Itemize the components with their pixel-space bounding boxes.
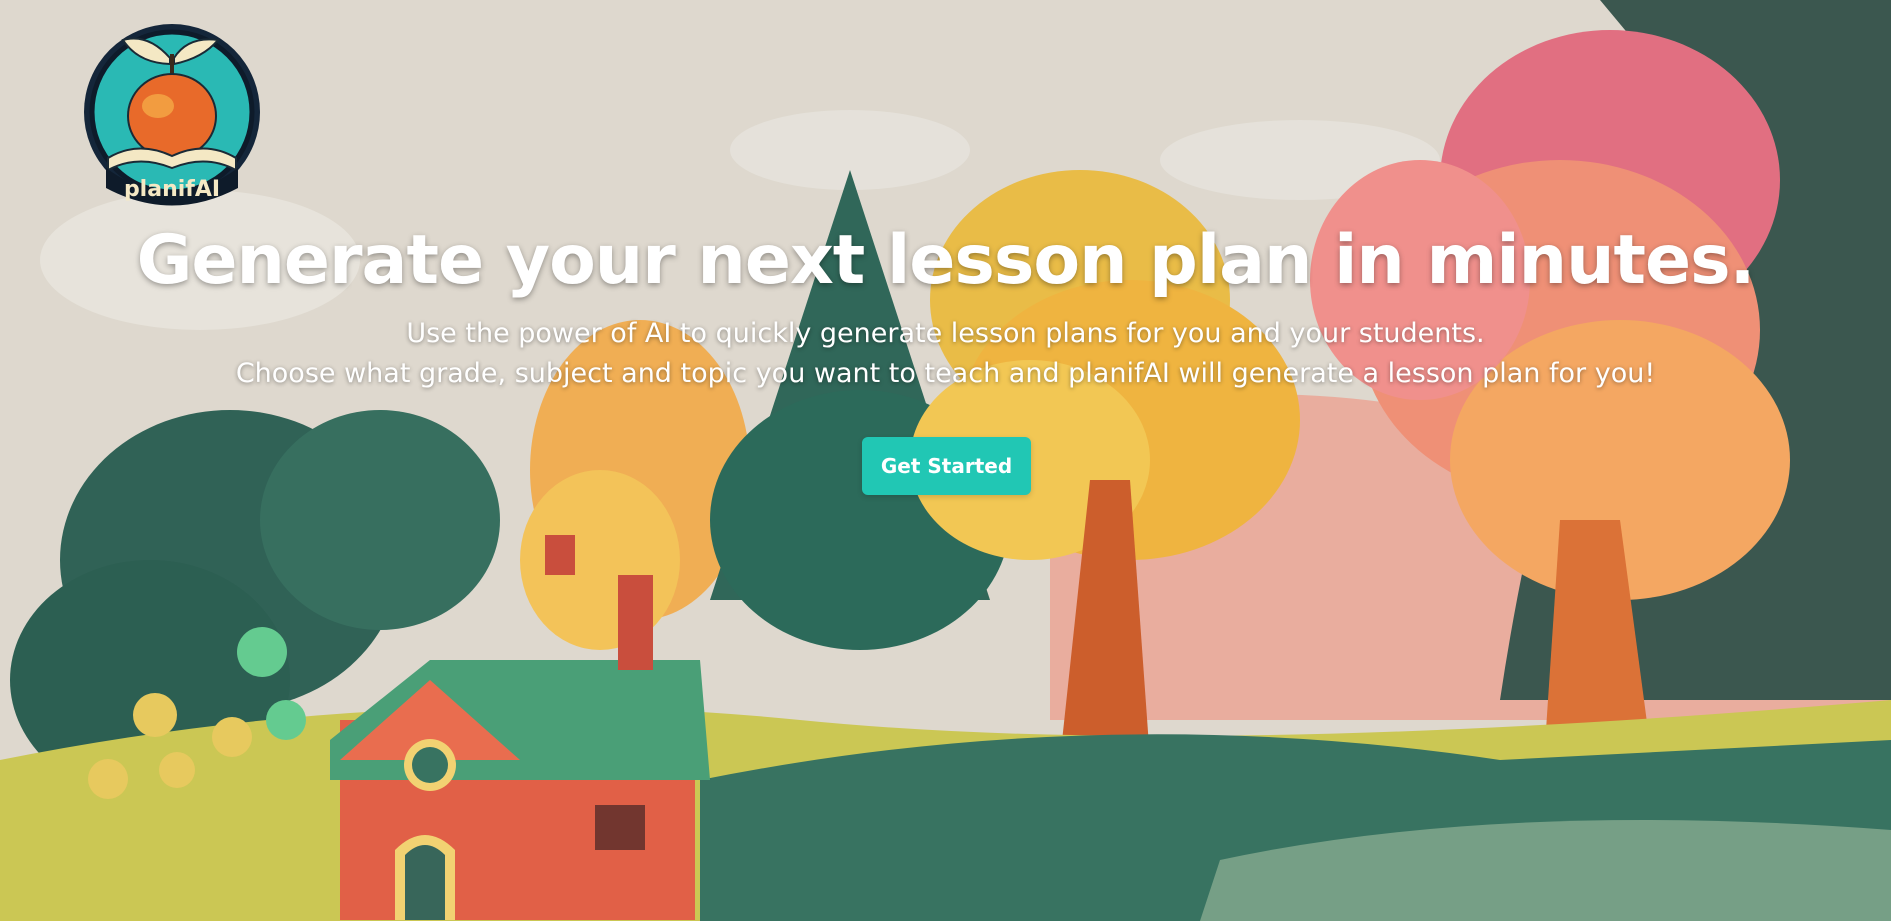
hero-section: Generate your next lesson plan in minute… (0, 218, 1891, 394)
hero-subtitle-line-1: Use the power of AI to quickly generate … (406, 318, 1485, 349)
planifai-logo[interactable]: planifAI (78, 18, 266, 206)
hero-headline: Generate your next lesson plan in minute… (136, 221, 1756, 300)
logo-text: planifAI (124, 177, 220, 202)
hero-subtitle-line-2: Choose what grade, subject and topic you… (235, 358, 1656, 389)
get-started-button[interactable]: Get Started (862, 437, 1031, 495)
